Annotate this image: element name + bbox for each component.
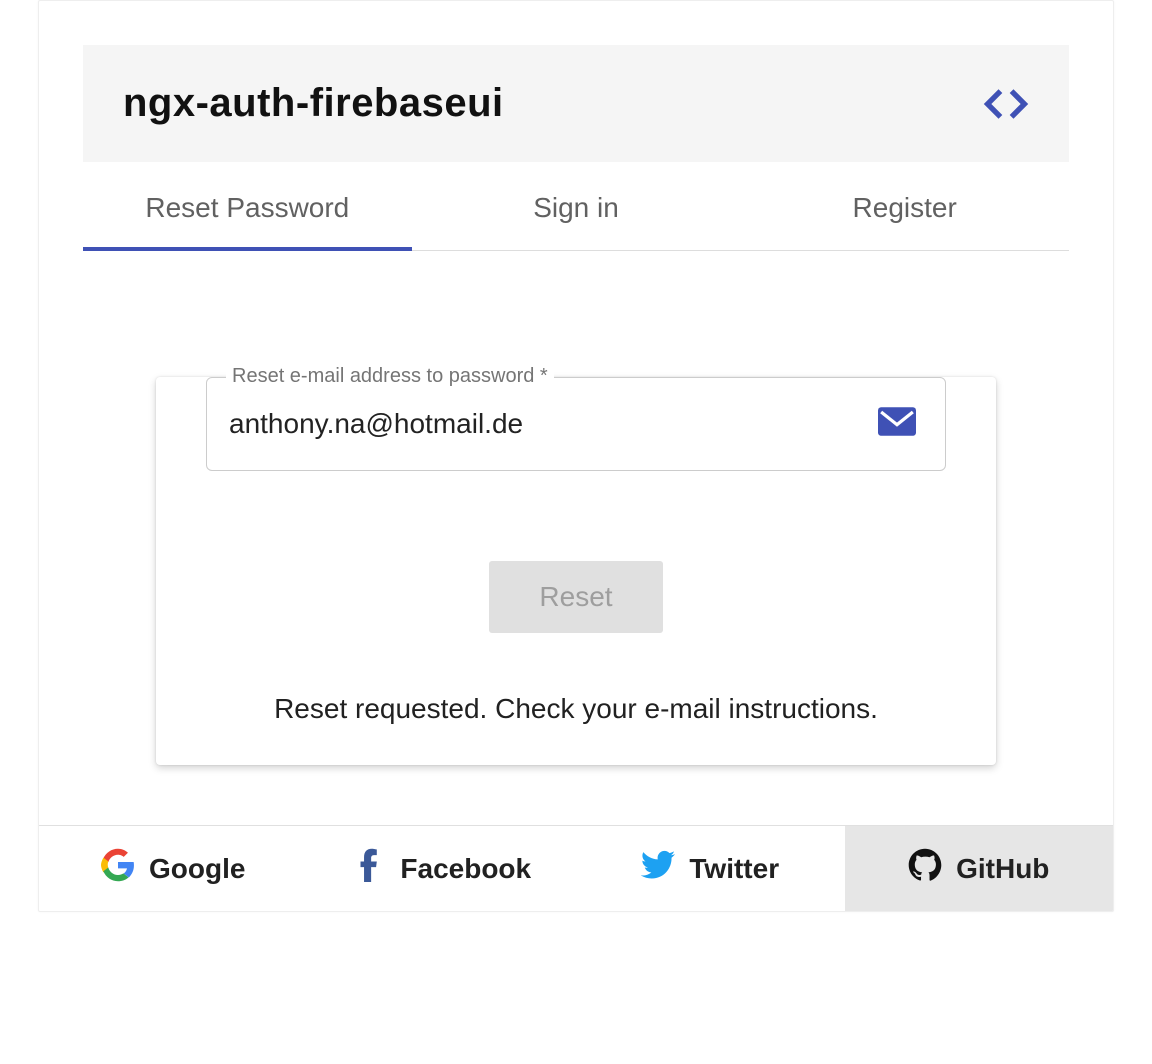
- email-field-wrap: Reset e-mail address to password *: [206, 377, 946, 471]
- reset-button[interactable]: Reset: [489, 561, 662, 633]
- email-field-label: Reset e-mail address to password *: [226, 365, 554, 388]
- twitter-icon: [641, 848, 675, 889]
- provider-label: GitHub: [956, 853, 1049, 885]
- providers-bar: Google Facebook Twitter GitHub: [39, 825, 1113, 911]
- provider-label: Twitter: [689, 853, 779, 885]
- provider-label: Google: [149, 853, 245, 885]
- tab-sign-in[interactable]: Sign in: [412, 162, 741, 250]
- tab-register[interactable]: Register: [740, 162, 1069, 250]
- reset-card: Reset e-mail address to password * Reset…: [156, 377, 996, 765]
- auth-tabs: Reset Password Sign in Register: [83, 162, 1069, 251]
- provider-facebook[interactable]: Facebook: [308, 826, 577, 911]
- tab-reset-password[interactable]: Reset Password: [83, 162, 412, 250]
- component-header: ngx-auth-firebaseui: [83, 45, 1069, 162]
- facebook-icon: [352, 848, 386, 889]
- mail-icon: [878, 407, 916, 442]
- email-field[interactable]: [206, 377, 946, 471]
- provider-google[interactable]: Google: [39, 826, 308, 911]
- component-title: ngx-auth-firebaseui: [123, 81, 504, 126]
- code-icon[interactable]: [983, 89, 1029, 119]
- status-message: Reset requested. Check your e-mail instr…: [206, 693, 946, 725]
- google-icon: [101, 848, 135, 889]
- github-icon: [908, 848, 942, 889]
- provider-github[interactable]: GitHub: [845, 826, 1114, 911]
- provider-label: Facebook: [400, 853, 531, 885]
- provider-twitter[interactable]: Twitter: [576, 826, 845, 911]
